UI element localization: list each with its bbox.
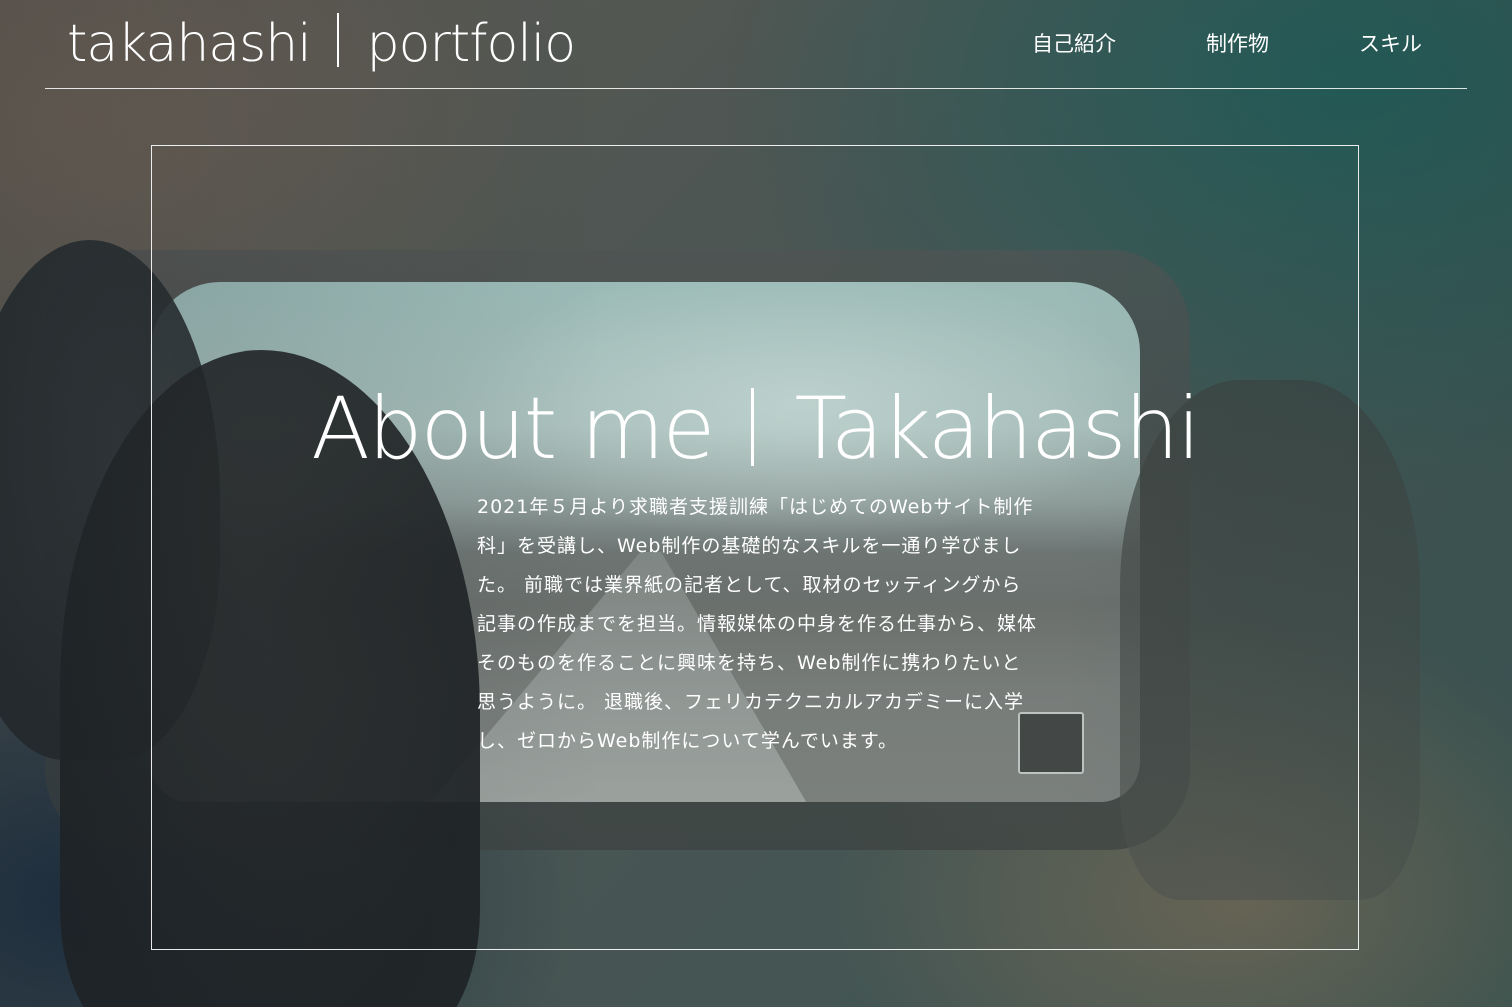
about-title-name: Takahashi — [794, 378, 1200, 479]
logo-divider — [336, 13, 339, 67]
site-logo[interactable]: takahashi portfolio — [67, 8, 576, 80]
nav-item-skills[interactable]: スキル — [1359, 30, 1422, 58]
about-title-main: About me — [311, 378, 715, 479]
nav-item-works[interactable]: 制作物 — [1206, 30, 1269, 58]
site-header: takahashi portfolio 自己紹介 制作物 スキル — [45, 0, 1467, 89]
main-nav: 自己紹介 制作物 スキル — [1032, 30, 1422, 58]
nav-item-about[interactable]: 自己紹介 — [1032, 30, 1116, 58]
about-card: About me Takahashi 2021年５月より求職者支援訓練「はじめての… — [151, 145, 1359, 950]
logo-portfolio: portfolio — [366, 14, 576, 74]
about-description: 2021年５月より求職者支援訓練「はじめてのWebサイト制作科」を受講し、Web… — [477, 496, 1038, 752]
title-divider — [751, 387, 755, 466]
logo-name: takahashi — [67, 14, 312, 74]
about-title: About me Takahashi — [152, 379, 1358, 479]
